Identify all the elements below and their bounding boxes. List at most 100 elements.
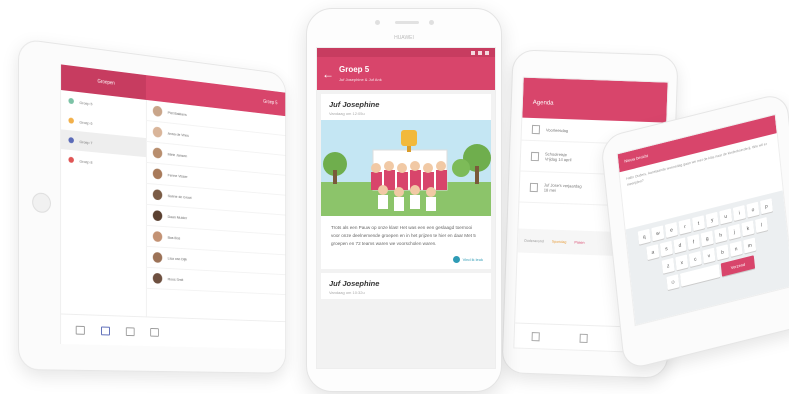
keyboard-key[interactable]: l bbox=[755, 217, 768, 233]
keyboard-key[interactable]: x bbox=[675, 254, 688, 270]
group-color-dot bbox=[68, 157, 73, 163]
keyboard-key[interactable]: e bbox=[665, 222, 678, 238]
timeline-feed: Juf Josephine Vandaag om 12:05u Trots al… bbox=[317, 90, 495, 368]
group-color-dot bbox=[68, 137, 73, 143]
keyboard-key[interactable]: r bbox=[678, 219, 691, 235]
like-label: Vind ik leuk bbox=[463, 257, 483, 262]
keyboard-key[interactable]: t bbox=[692, 215, 705, 231]
avatar bbox=[153, 105, 162, 117]
chat-icon[interactable] bbox=[126, 327, 135, 336]
tablet-sidebar: Groep 5 Groep 6 Groep 7 Groep 8 bbox=[61, 90, 147, 317]
right-phone-title: Agenda bbox=[533, 100, 554, 107]
tablet-home-button[interactable] bbox=[32, 192, 51, 213]
main-phone-device: HUAWEI ← Groep 5 Juf Josephine & Juf Ank… bbox=[306, 8, 502, 392]
home-icon[interactable] bbox=[76, 325, 85, 334]
page-subtitle: Juf Josephine & Juf Ank bbox=[339, 77, 382, 82]
keyboard-key[interactable]: i bbox=[733, 205, 746, 221]
on-screen-keyboard: qwertyuiop asdfghjkl zxcvbnm ☺ Verzend bbox=[626, 190, 789, 325]
speaker-grille bbox=[395, 21, 419, 24]
keyboard-key[interactable]: q bbox=[638, 229, 651, 245]
page-title: Groep 5 bbox=[339, 65, 382, 74]
post-timestamp: Vandaag om 10:32u bbox=[329, 290, 483, 295]
keyboard-key[interactable]: h bbox=[714, 227, 727, 243]
strip-item[interactable]: Sportdag bbox=[552, 240, 567, 245]
keyboard-emoji-key[interactable]: ☺ bbox=[666, 274, 679, 290]
groups-icon[interactable] bbox=[101, 326, 110, 335]
calendar-icon bbox=[532, 124, 540, 133]
like-button[interactable]: Vind ik leuk bbox=[321, 256, 491, 269]
post-photo[interactable] bbox=[321, 120, 491, 216]
sidebar-item-label: Groep 5 bbox=[79, 99, 92, 105]
avatar bbox=[153, 273, 162, 284]
post-card: Juf Josephine Vandaag om 12:05u Trots al… bbox=[321, 94, 491, 269]
avatar bbox=[153, 189, 162, 200]
back-arrow-icon[interactable]: ← bbox=[317, 67, 339, 81]
keyboard-key[interactable]: u bbox=[719, 208, 732, 224]
calendar-icon bbox=[531, 151, 539, 160]
avatar bbox=[153, 168, 162, 179]
contact-name: Lisa van Dijk bbox=[168, 256, 187, 262]
class-photo-illustration bbox=[321, 120, 491, 216]
agenda-item-label: Voorleesdag bbox=[546, 127, 568, 133]
strip-item[interactable]: Ouderavond bbox=[524, 239, 544, 244]
contact-name: Bas Bos bbox=[168, 235, 181, 241]
contact-name: Roos Smit bbox=[168, 276, 184, 281]
keyboard-key[interactable]: c bbox=[689, 251, 702, 267]
keyboard-key[interactable]: p bbox=[760, 198, 773, 214]
contact-name: Fenne Visser bbox=[168, 172, 188, 178]
keyboard-key[interactable]: y bbox=[706, 212, 719, 228]
keyboard-key[interactable]: f bbox=[687, 234, 700, 250]
sidebar-item-label: Groep 7 bbox=[79, 139, 92, 145]
battery-icon bbox=[485, 51, 489, 55]
keyboard-key[interactable]: s bbox=[660, 241, 673, 257]
keyboard-key[interactable]: o bbox=[746, 202, 759, 218]
avatar bbox=[153, 231, 162, 242]
avatar bbox=[153, 147, 162, 158]
agenda-item-label: Schoolreisje Vrijdag 14 april bbox=[545, 151, 572, 162]
keyboard-key[interactable]: k bbox=[741, 220, 754, 236]
contact-name: Piet Bakkers bbox=[168, 110, 187, 117]
sidebar-item-label: Groep 8 bbox=[79, 158, 92, 164]
post-author: Juf Josephine bbox=[329, 279, 483, 288]
post-timestamp: Vandaag om 12:05u bbox=[329, 111, 483, 116]
signal-icon bbox=[471, 51, 475, 55]
keyboard-key[interactable]: w bbox=[651, 225, 664, 241]
group-color-dot bbox=[68, 98, 73, 105]
keyboard-key[interactable]: v bbox=[702, 248, 715, 264]
keyboard-key[interactable]: b bbox=[716, 244, 729, 260]
post-card: Juf Josephine Vandaag om 10:32u bbox=[321, 273, 491, 299]
keyboard-key[interactable]: n bbox=[730, 241, 743, 257]
contact-name: Daan Mulder bbox=[168, 214, 187, 220]
avatar bbox=[153, 252, 162, 263]
tablet-device: Groepen Groep 5 Groep 5 Groep 6 Groep 7 … bbox=[18, 38, 286, 374]
contact-name: Mirte Jansen bbox=[168, 152, 187, 159]
calendar-icon[interactable] bbox=[150, 328, 159, 337]
strip-item[interactable]: Pasen bbox=[574, 240, 584, 244]
chat-icon[interactable] bbox=[580, 333, 588, 342]
wifi-icon bbox=[478, 51, 482, 55]
main-phone-screen: ← Groep 5 Juf Josephine & Juf Ank Juf Jo… bbox=[316, 47, 496, 369]
avatar bbox=[153, 126, 162, 137]
send-button[interactable]: Verzend bbox=[721, 255, 755, 276]
post-author: Juf Josephine bbox=[329, 100, 483, 109]
post-text: Trots als een Pauw op onze klas! Het was… bbox=[321, 216, 491, 256]
keyboard-key[interactable]: z bbox=[662, 258, 675, 274]
front-camera-icon bbox=[429, 20, 434, 25]
calendar-icon bbox=[530, 182, 538, 191]
sidebar-item-label: Groep 6 bbox=[79, 119, 92, 125]
far-right-phone-screen: Nieuw bericht Hallo Ouders, Aanstaande w… bbox=[617, 114, 789, 326]
agenda-item-label: Juf Jose's verjaardag 18 mei bbox=[544, 182, 582, 193]
keyboard-key[interactable]: a bbox=[646, 244, 659, 260]
tablet-screen: Groepen Groep 5 Groep 5 Groep 6 Groep 7 … bbox=[60, 64, 285, 349]
compose-title: Nieuw bericht bbox=[624, 153, 648, 164]
keyboard-key[interactable]: j bbox=[728, 224, 741, 240]
sensor-icon bbox=[375, 20, 380, 25]
home-icon[interactable] bbox=[532, 332, 540, 341]
contact-name: Anna de Vries bbox=[168, 131, 189, 138]
keyboard-key[interactable]: d bbox=[673, 237, 686, 253]
tablet-contact-list: Piet Bakkers Anna de Vries Mirte Jansen … bbox=[146, 100, 285, 322]
right-phone-appbar: Agenda bbox=[522, 78, 667, 123]
keyboard-key[interactable]: m bbox=[743, 237, 756, 253]
keyboard-key[interactable]: g bbox=[701, 231, 714, 247]
far-right-phone-device: Nieuw bericht Hallo Ouders, Aanstaande w… bbox=[600, 92, 789, 371]
